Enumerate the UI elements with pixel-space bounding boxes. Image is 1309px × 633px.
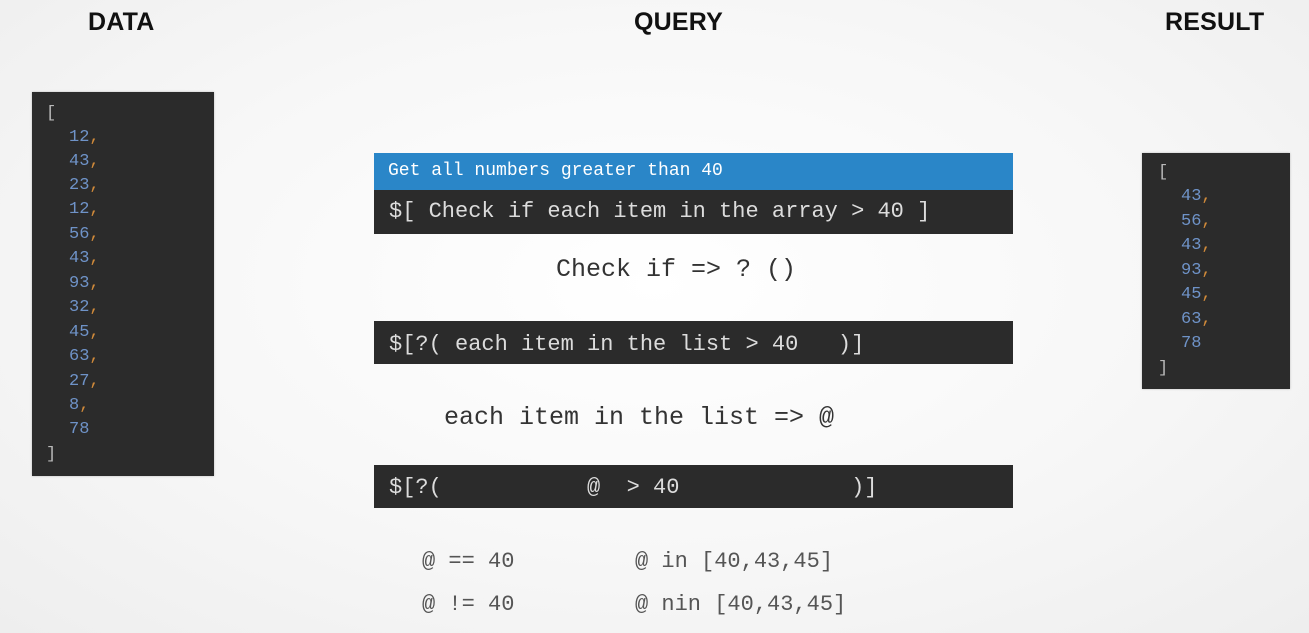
result-item-value: 43 [1181,187,1202,206]
data-item: 23, [69,176,100,195]
data-item: 43, [69,249,100,268]
data-item: 27, [69,372,100,391]
data-item: 12, [69,128,100,147]
data-item: 78 [69,418,89,442]
result-item-value: 63 [1181,310,1202,329]
data-item-value: 56 [69,225,90,244]
data-close-bracket: ] [46,445,57,464]
result-item: 78 [1181,332,1201,356]
result-item: 93, [1181,261,1212,280]
query-expression-pseudo: $[ Check if each item in the array > 40 … [374,190,1013,234]
result-open-bracket: [ [1158,163,1169,182]
operator-nin: @ nin [40,43,45] [635,592,847,617]
data-item-value: 32 [69,298,90,317]
data-item: 8, [69,396,90,415]
result-item-value: 78 [1181,334,1202,353]
result-item: 43, [1181,187,1212,206]
result-item-value: 43 [1181,236,1202,255]
data-item-value: 8 [69,396,80,415]
data-item-value: 43 [69,249,90,268]
data-item-value: 12 [69,128,90,147]
data-item-value: 12 [69,200,90,219]
result-panel: [ 43, 56, 43, 93, 45, 63, 78 ] [1142,153,1290,389]
result-item: 45, [1181,285,1212,304]
operator-equals: @ == 40 [422,549,515,574]
query-description-bar: Get all numbers greater than 40 [374,153,1013,190]
data-item-value: 93 [69,274,90,293]
data-item: 45, [69,323,100,342]
data-item-value: 23 [69,176,90,195]
result-item: 56, [1181,212,1212,231]
operator-not-equals: @ != 40 [422,592,515,617]
data-item-value: 63 [69,347,90,366]
data-item-value: 27 [69,372,90,391]
data-item: 93, [69,274,100,293]
data-item-value: 45 [69,323,90,342]
result-heading: RESULT [1165,8,1265,36]
query-heading: QUERY [634,8,723,36]
data-open-bracket: [ [46,104,57,123]
query-expression-final: $[?( @ > 40 )] [374,465,1013,508]
query-expression-filter: $[?( each item in the list > 40 )] [374,321,1013,364]
operator-in: @ in [40,43,45] [635,549,834,574]
data-panel: [ 12, 43, 23, 12, 56, 43, 93, 32, 45, 63… [32,92,214,476]
data-item: 63, [69,347,100,366]
data-item: 43, [69,152,100,171]
result-close-bracket: ] [1158,359,1169,378]
result-item-value: 56 [1181,212,1202,231]
note-check-if: Check if => ? () [556,255,797,284]
result-item: 43, [1181,236,1212,255]
data-heading: DATA [88,8,155,36]
data-item: 56, [69,225,100,244]
data-item: 12, [69,200,100,219]
data-item: 32, [69,298,100,317]
result-item-value: 93 [1181,261,1202,280]
data-item-value: 43 [69,152,90,171]
note-each-item: each item in the list => @ [444,403,835,432]
result-item-value: 45 [1181,285,1202,304]
data-item-value: 78 [69,420,90,439]
result-item: 63, [1181,310,1212,329]
